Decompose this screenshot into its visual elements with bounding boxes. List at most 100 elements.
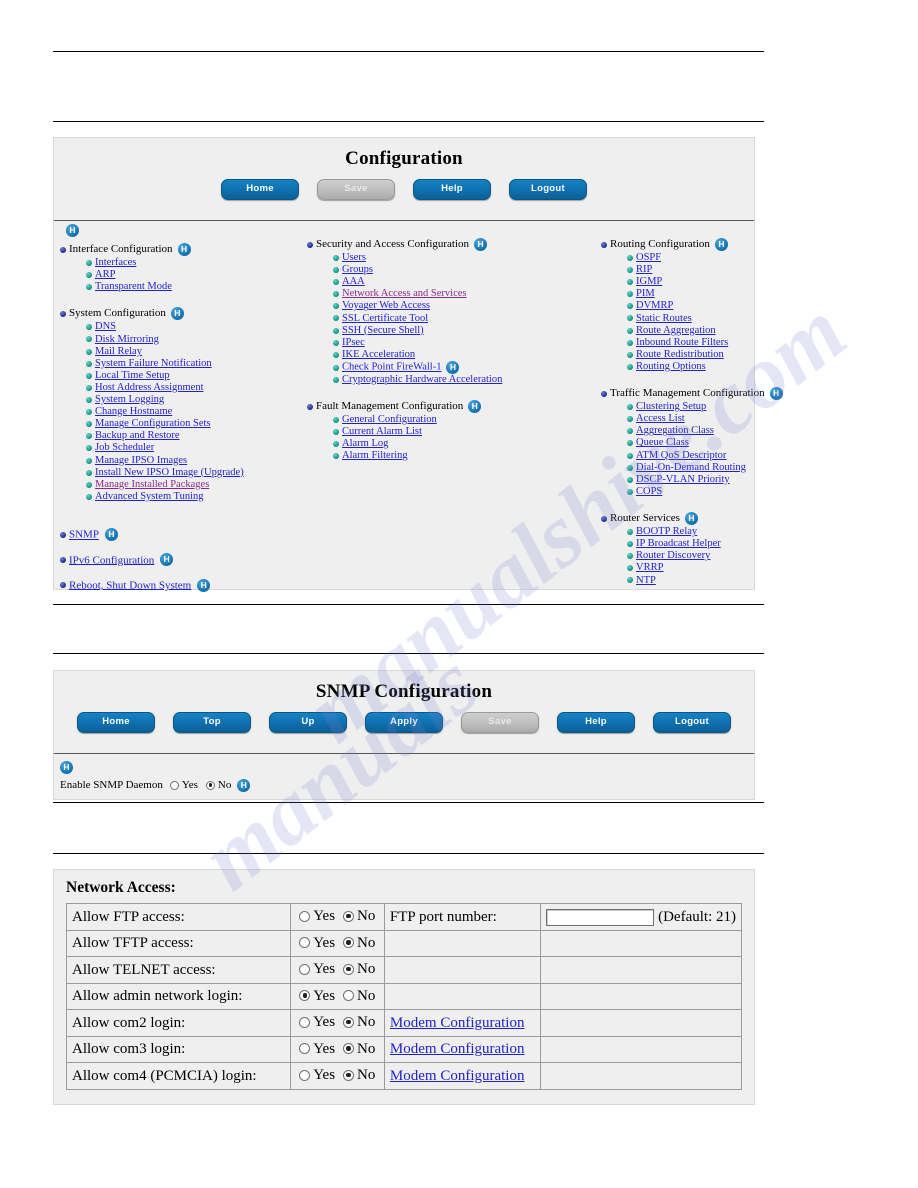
access-yes-radio[interactable] (299, 1016, 311, 1028)
config-link[interactable]: RIP (636, 264, 652, 275)
access-no-option[interactable]: No (343, 959, 375, 979)
config-link[interactable]: Local Time Setup (95, 370, 170, 381)
config-link[interactable]: SSH (Secure Shell) (342, 325, 424, 336)
config-link[interactable]: Check Point FireWall-1 (342, 362, 441, 373)
config-link[interactable]: Clustering Setup (636, 401, 706, 412)
config-link[interactable]: NTP (636, 575, 656, 586)
config-link[interactable]: System Logging (95, 394, 164, 405)
config-link[interactable]: SNMP (69, 529, 99, 541)
config-link[interactable]: Mail Relay (95, 346, 142, 357)
help-icon[interactable]: H (160, 553, 174, 567)
config-link[interactable]: Access List (636, 413, 685, 424)
access-no-radio[interactable] (343, 1016, 355, 1028)
snmp-top-button[interactable]: Top (173, 712, 251, 733)
config-link[interactable]: Change Hostname (95, 406, 172, 417)
snmp-logout-button[interactable]: Logout (653, 712, 731, 733)
ftp-port-input[interactable] (546, 908, 655, 926)
config-link[interactable]: Advanced System Tuning (95, 491, 204, 502)
modem-configuration-link[interactable]: Modem Configuration (390, 1015, 525, 1031)
config-link[interactable]: Queue Class (636, 437, 689, 448)
config-link[interactable]: COPS (636, 486, 662, 497)
access-no-radio[interactable] (343, 990, 355, 1001)
config-link[interactable]: Transparent Mode (95, 281, 172, 292)
config-link[interactable]: AAA (342, 276, 365, 287)
access-no-option[interactable]: No (343, 1012, 375, 1032)
config-link[interactable]: ARP (95, 269, 115, 280)
config-link[interactable]: DSCP-VLAN Priority (636, 474, 730, 485)
config-link[interactable]: DNS (95, 321, 116, 332)
config-link[interactable]: System Failure Notification (95, 358, 212, 369)
access-yes-option[interactable]: Yes (299, 986, 335, 1006)
access-no-radio[interactable] (343, 1043, 355, 1054)
access-yes-radio[interactable] (299, 963, 311, 975)
snmp-daemon-no-option[interactable]: No (205, 778, 231, 792)
config-link[interactable]: General Configuration (342, 414, 437, 425)
modem-configuration-link[interactable]: Modem Configuration (390, 1068, 525, 1084)
config-link[interactable]: VRRP (636, 562, 663, 573)
config-link[interactable]: Voyager Web Access (342, 300, 430, 311)
config-link[interactable]: Alarm Filtering (342, 450, 408, 461)
access-yes-radio[interactable] (299, 1069, 311, 1081)
config-link[interactable]: IPsec (342, 337, 365, 348)
config-link[interactable]: BOOTP Relay (636, 526, 697, 537)
modem-configuration-link[interactable]: Modem Configuration (390, 1041, 525, 1057)
config-link[interactable]: Disk Mirroring (95, 334, 159, 345)
config-logout-button[interactable]: Logout (509, 179, 587, 200)
access-yes-option[interactable]: Yes (299, 1065, 335, 1085)
config-link[interactable]: IPv6 Configuration (69, 554, 154, 566)
access-yes-radio[interactable] (299, 990, 311, 1001)
snmp-daemon-yes-option[interactable]: Yes (169, 778, 198, 792)
snmp-home-button[interactable]: Home (77, 712, 155, 733)
access-yes-option[interactable]: Yes (299, 959, 335, 979)
config-link[interactable]: Users (342, 252, 366, 263)
access-yes-radio[interactable] (299, 1043, 311, 1054)
config-link[interactable]: Inbound Route Filters (636, 337, 728, 348)
config-link[interactable]: Aggregation Class (636, 425, 714, 436)
config-link[interactable]: Cryptographic Hardware Acceleration (342, 374, 502, 385)
access-yes-radio[interactable] (299, 937, 311, 948)
config-link[interactable]: IGMP (636, 276, 662, 287)
config-link[interactable]: Backup and Restore (95, 430, 180, 441)
help-icon[interactable]: H (104, 528, 118, 541)
config-link[interactable]: Groups (342, 264, 373, 275)
config-link[interactable]: Alarm Log (342, 438, 388, 449)
config-link[interactable]: OSPF (636, 252, 661, 263)
help-icon[interactable]: H (446, 361, 460, 375)
config-link[interactable]: Dial-On-Demand Routing (636, 462, 746, 473)
help-icon[interactable]: H (170, 307, 184, 321)
config-link[interactable]: Current Alarm List (342, 426, 422, 437)
access-no-radio[interactable] (343, 963, 355, 975)
access-yes-option[interactable]: Yes (299, 1039, 335, 1059)
snmp-daemon-yes-radio[interactable] (169, 780, 179, 790)
config-link[interactable]: IKE Acceleration (342, 349, 415, 360)
help-icon[interactable]: H (60, 760, 73, 774)
access-no-radio[interactable] (343, 1069, 355, 1081)
config-link[interactable]: Manage Installed Packages (95, 479, 209, 490)
config-link[interactable]: Router Discovery (636, 550, 710, 561)
help-icon[interactable]: H (769, 387, 783, 401)
access-yes-option[interactable]: Yes (299, 906, 335, 926)
access-no-option[interactable]: No (343, 986, 375, 1006)
config-link[interactable]: ATM QoS Descriptor (636, 450, 726, 461)
config-link[interactable]: Route Aggregation (636, 325, 716, 336)
access-yes-radio[interactable] (299, 910, 311, 922)
help-icon[interactable]: H (197, 578, 211, 592)
config-link[interactable]: IP Broadcast Helper (636, 538, 721, 549)
config-link[interactable]: Reboot, Shut Down System (69, 579, 191, 591)
config-link[interactable]: Interfaces (95, 257, 136, 268)
access-yes-option[interactable]: Yes (299, 1012, 335, 1032)
config-link[interactable]: Manage IPSO Images (95, 455, 187, 466)
config-link[interactable]: Job Scheduler (95, 442, 154, 453)
config-link[interactable]: Manage Configuration Sets (95, 418, 210, 429)
help-icon[interactable]: H (714, 238, 728, 251)
help-icon[interactable]: H (468, 400, 482, 414)
access-no-radio[interactable] (343, 910, 355, 922)
access-no-option[interactable]: No (343, 1039, 375, 1059)
config-link[interactable]: Routing Options (636, 361, 706, 372)
config-link[interactable]: Static Routes (636, 313, 692, 324)
config-link[interactable]: Route Redistribution (636, 349, 724, 360)
help-icon[interactable]: H (474, 238, 488, 251)
access-no-radio[interactable] (343, 937, 355, 948)
config-home-button[interactable]: Home (221, 179, 299, 200)
access-no-option[interactable]: No (343, 1065, 375, 1085)
